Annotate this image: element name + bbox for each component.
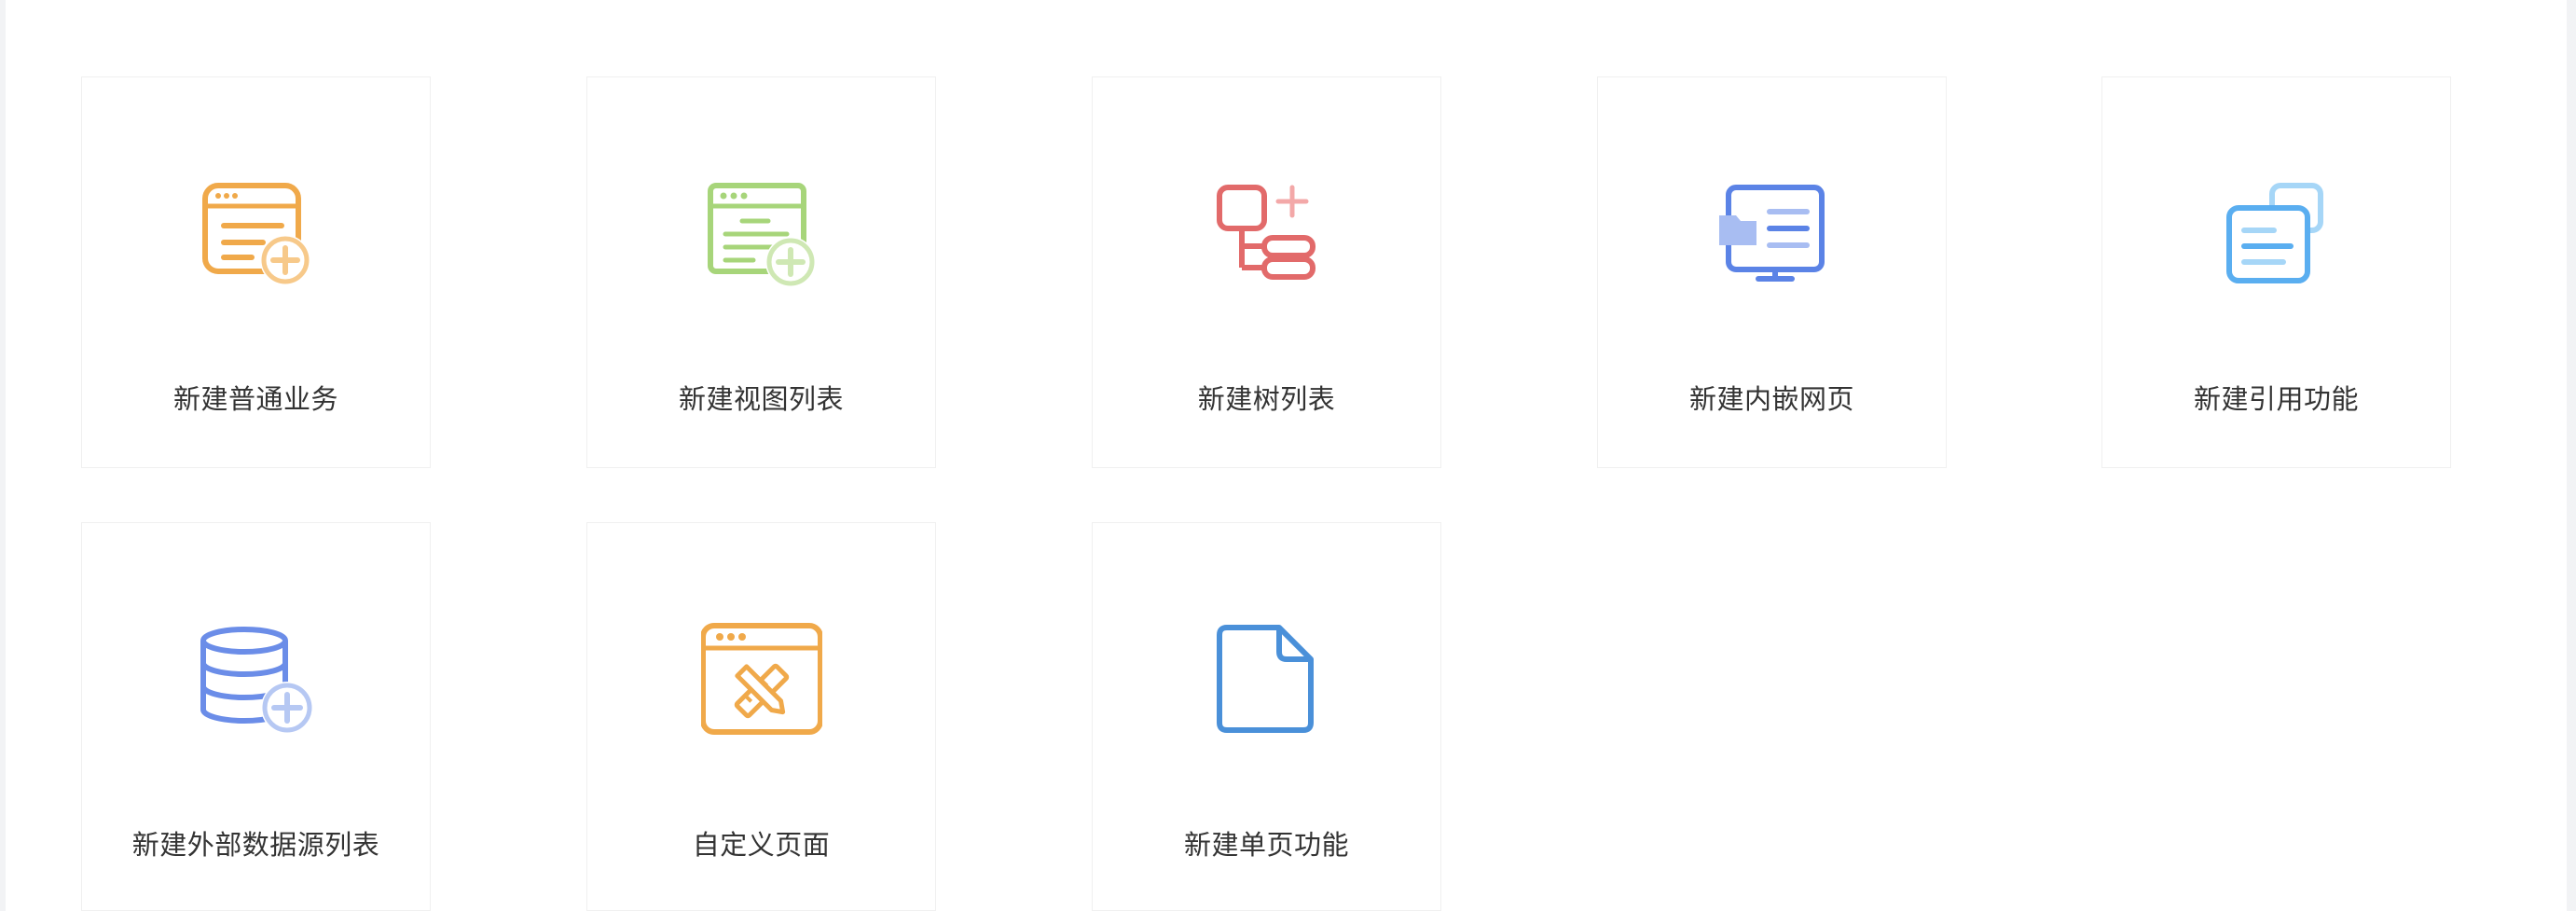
card-new-external-datasource[interactable]: 新建外部数据源列表 <box>81 522 431 911</box>
card-new-tree-list[interactable]: 新建树列表 <box>1092 76 1441 468</box>
card-new-single-page[interactable]: 新建单页功能 <box>1092 522 1441 911</box>
card-label: 新建外部数据源列表 <box>131 829 380 861</box>
new-business-icon <box>196 174 317 296</box>
card-label: 新建普通业务 <box>172 383 338 415</box>
create-options-grid: 新建普通业务 新建视图列表 新建树列表 新建内嵌网页 新建引用功能 新建外部数据… <box>0 0 2576 911</box>
card-label: 新建单页功能 <box>1183 829 1349 861</box>
card-new-reference-function[interactable]: 新建引用功能 <box>2101 76 2451 468</box>
new-embedded-webpage-icon <box>1712 174 1833 296</box>
custom-page-icon <box>700 620 822 741</box>
new-external-datasource-icon <box>196 620 317 741</box>
card-custom-page[interactable]: 自定义页面 <box>586 522 936 911</box>
card-new-embedded-webpage[interactable]: 新建内嵌网页 <box>1597 76 1947 468</box>
card-label: 新建树列表 <box>1197 383 1336 415</box>
new-single-page-icon <box>1206 620 1328 741</box>
card-label: 自定义页面 <box>692 829 831 861</box>
card-label: 新建引用功能 <box>2193 383 2359 415</box>
page: 新建普通业务 新建视图列表 新建树列表 新建内嵌网页 新建引用功能 新建外部数据… <box>0 0 2576 911</box>
card-new-view-list[interactable]: 新建视图列表 <box>586 76 936 468</box>
card-label: 新建内嵌网页 <box>1688 383 1854 415</box>
new-tree-list-icon <box>1206 174 1328 296</box>
card-new-business[interactable]: 新建普通业务 <box>81 76 431 468</box>
new-view-list-icon <box>701 174 822 296</box>
new-reference-function-icon <box>2216 174 2337 296</box>
card-label: 新建视图列表 <box>678 383 844 415</box>
